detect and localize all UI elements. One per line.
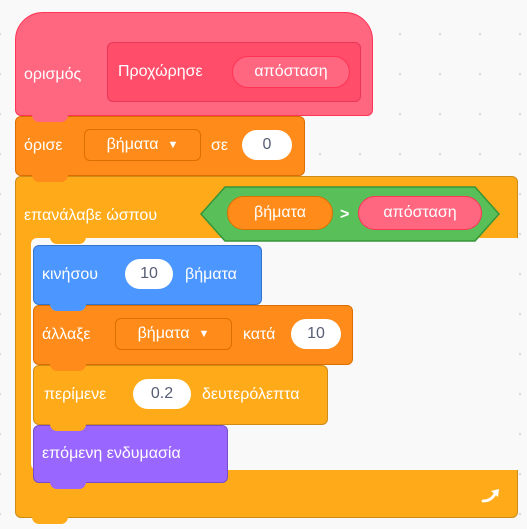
set-variable-dropdown[interactable]: βήματα ▼ bbox=[84, 129, 201, 161]
condition-operator-symbol: > bbox=[340, 206, 350, 223]
change-variable-dropdown[interactable]: βήματα ▼ bbox=[115, 318, 232, 350]
wait-seconds-input[interactable]: 0.2 bbox=[133, 379, 191, 409]
move-steps-value: 10 bbox=[140, 265, 158, 282]
move-steps-input[interactable]: 10 bbox=[125, 259, 173, 289]
change-value-input[interactable]: 10 bbox=[291, 319, 341, 349]
move-keyword: κινήσου bbox=[42, 266, 98, 283]
change-block-notch bbox=[50, 364, 86, 371]
set-value: 0 bbox=[262, 136, 272, 153]
repeat-keyword: επανάλαβε ώσπου bbox=[24, 207, 158, 224]
change-variable-name: βήματα bbox=[137, 325, 190, 342]
param-label: απόσταση bbox=[254, 63, 328, 80]
condition-left-label: βήματα bbox=[254, 204, 306, 221]
set-keyword: όρισε bbox=[24, 137, 63, 154]
dropdown-arrow-icon: ▼ bbox=[167, 139, 179, 151]
repeat-bottom-notch bbox=[32, 517, 68, 524]
wait-block-notch bbox=[50, 424, 86, 431]
next-costume-label: επόμενη ενδυμασία bbox=[42, 445, 181, 462]
move-block-notch bbox=[50, 304, 86, 311]
set-block-notch bbox=[32, 175, 68, 182]
define-keyword: ορισμός bbox=[24, 66, 82, 83]
param-reporter-distance[interactable]: απόσταση bbox=[232, 56, 350, 88]
move-unit: βήματα bbox=[185, 266, 237, 283]
condition-right-reporter[interactable]: απόσταση bbox=[358, 196, 482, 230]
dropdown-arrow-icon: ▼ bbox=[198, 328, 210, 340]
set-variable-name: βήματα bbox=[106, 136, 159, 153]
condition-right-label: απόσταση bbox=[383, 204, 457, 221]
condition-left-reporter[interactable]: βήματα bbox=[227, 196, 333, 230]
set-value-input[interactable]: 0 bbox=[242, 130, 292, 160]
wait-seconds-value: 0.2 bbox=[150, 385, 174, 402]
change-preposition: κατά bbox=[243, 326, 276, 343]
change-value: 10 bbox=[307, 325, 325, 342]
define-block-notch bbox=[32, 115, 68, 122]
scripts-workspace[interactable]: { "define_block": { "keyword": "ορισμός"… bbox=[0, 0, 527, 529]
costume-block-notch bbox=[50, 482, 86, 489]
custom-block-name: Προχώρησε bbox=[118, 63, 203, 80]
repeat-block-notch bbox=[50, 237, 86, 244]
wait-unit: δευτερόλεπτα bbox=[202, 386, 300, 403]
change-keyword: άλλαξε bbox=[42, 326, 91, 343]
loop-arrow-icon bbox=[481, 489, 499, 503]
wait-keyword: περίμενε bbox=[44, 386, 107, 403]
set-preposition: σε bbox=[211, 137, 229, 154]
